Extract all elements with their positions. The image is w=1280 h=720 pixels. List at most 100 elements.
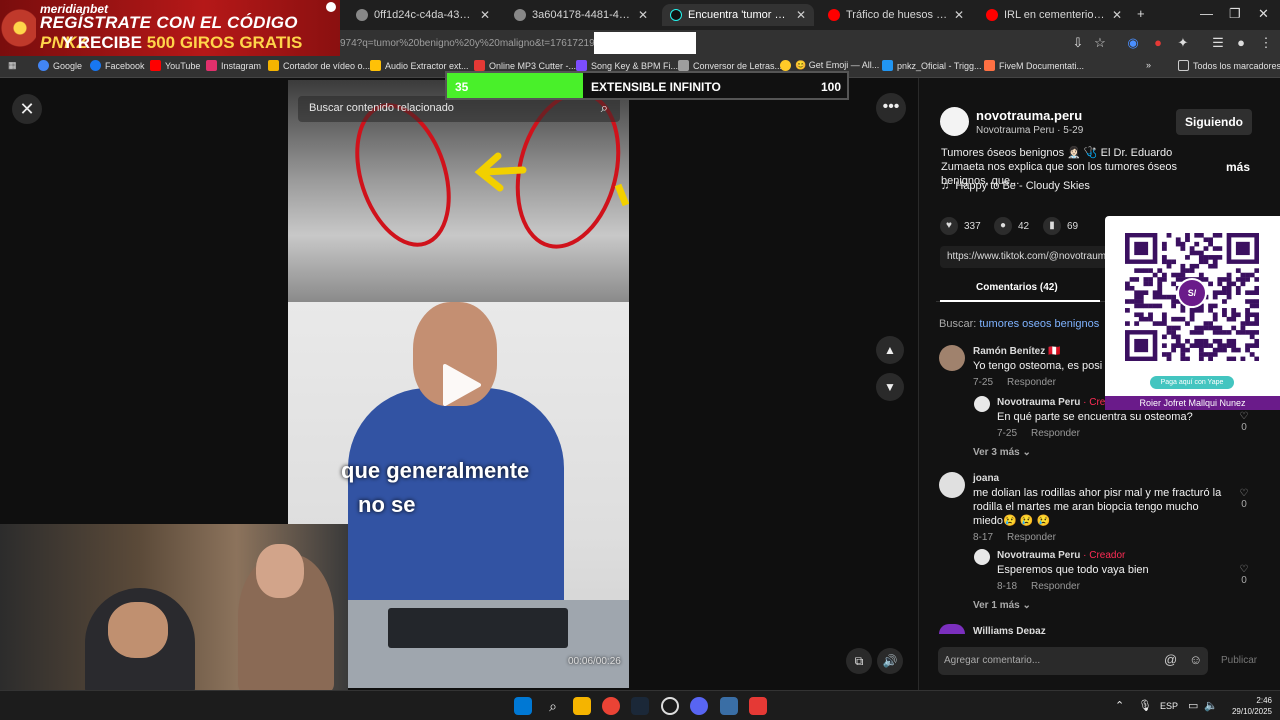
file-explorer-icon[interactable]	[573, 697, 591, 715]
profile-name[interactable]: novotrauma.peru	[976, 108, 1082, 123]
publish-button[interactable]: Publicar	[1221, 655, 1257, 666]
previous-video-icon[interactable]: ▲	[876, 336, 904, 364]
reply-link[interactable]: Responder	[1007, 377, 1056, 388]
speaker-icon[interactable]: 🔈	[1204, 699, 1218, 712]
following-button[interactable]: Siguiendo	[1176, 109, 1252, 135]
obs-icon[interactable]	[661, 697, 679, 715]
bookmark-mp3-cutter[interactable]: Online MP3 Cutter -...	[474, 60, 576, 71]
view-more-replies[interactable]: Ver 1 más ⌄	[973, 600, 1031, 611]
language-indicator[interactable]: ESP	[1160, 701, 1178, 711]
ad-info-icon[interactable]	[326, 2, 336, 12]
tab-1[interactable]: 0ff1d24c-c4da-43a4-8430-ba7 ✕	[348, 4, 498, 26]
tab-5[interactable]: IRL en cementerio preinca | Sh ✕	[978, 4, 1130, 26]
clock[interactable]: 2:46 29/10/2025	[1232, 695, 1272, 717]
comment-author[interactable]: Ramón Benítez 🇵🇪	[973, 346, 1060, 357]
bookmark-google[interactable]: Google	[38, 60, 82, 71]
avatar[interactable]	[939, 624, 965, 634]
avatar[interactable]	[974, 396, 990, 412]
install-icon[interactable]: ⇩	[1070, 35, 1086, 51]
close-window-icon[interactable]: ✕	[1258, 6, 1269, 22]
view-more-replies[interactable]: Ver 3 más ⌄	[973, 447, 1031, 458]
profile-icon[interactable]: ●	[1233, 35, 1249, 51]
discord-icon[interactable]	[690, 697, 708, 715]
picture-in-picture-icon[interactable]: ⧉	[846, 648, 872, 674]
avatar[interactable]	[940, 107, 969, 136]
bookmark-facebook[interactable]: Facebook	[90, 60, 145, 71]
qr-module	[1226, 330, 1232, 335]
comment-author[interactable]: Williams Depaz	[973, 626, 1046, 634]
apps-icon[interactable]: ▦	[8, 60, 17, 71]
volume-icon[interactable]: 🔊	[877, 648, 903, 674]
url-text[interactable]: 974?q=tumor%20benigno%20y%20maligno&t=17…	[340, 38, 622, 49]
new-tab-icon[interactable]: +	[1137, 6, 1145, 21]
reply-link[interactable]: Responder	[1031, 581, 1080, 592]
tab-active[interactable]: Encuentra 'tumor benigno y m ✕	[662, 4, 814, 26]
comment-button[interactable]: ● 42	[994, 217, 1029, 235]
chrome-icon[interactable]	[602, 697, 620, 715]
qr-module	[1235, 330, 1241, 335]
microphone-icon[interactable]: 🎙	[1138, 699, 1152, 712]
avatar[interactable]	[939, 472, 965, 498]
extension-icon[interactable]: ◉	[1125, 35, 1141, 51]
qr-module	[1185, 237, 1190, 243]
comment-author[interactable]: Novotrauma Peru · Creador	[997, 550, 1125, 561]
bookmark-cortador[interactable]: Cortador de vídeo o...	[268, 60, 370, 71]
sidebar-icon[interactable]: ☰	[1210, 35, 1226, 51]
bookmark-get-emoji[interactable]: 😊 Get Emoji — All...	[780, 60, 879, 71]
bookmark-pnkz[interactable]: pnkz_Oficial - Trigg...	[882, 60, 982, 71]
like-button[interactable]: ♥ 337	[940, 217, 981, 235]
search-suggestion[interactable]: Buscar: tumores oseos benignos	[939, 318, 1099, 330]
windows-start-icon[interactable]	[514, 697, 532, 715]
bookmark-song-key[interactable]: Song Key & BPM Fi...	[576, 60, 678, 71]
restore-icon[interactable]: ❐	[1229, 6, 1241, 22]
bookmark-conversor[interactable]: Conversor de Letras...	[678, 60, 782, 71]
share-link[interactable]: https://www.tiktok.com/@novotrauma	[940, 246, 1108, 268]
ad-banner[interactable]: meridianbet REGÍSTRATE CON EL CÓDIGO PNK…	[0, 0, 340, 56]
bookmark-youtube[interactable]: YouTube	[150, 60, 200, 71]
comment-like[interactable]: ♡ 0	[1236, 488, 1252, 510]
emoji-icon[interactable]: ☺	[1189, 652, 1202, 667]
next-video-icon[interactable]: ▼	[876, 373, 904, 401]
tab-4[interactable]: Tráfico de huesos y restos hum ✕	[820, 4, 972, 26]
chevron-up-icon[interactable]: ⌃	[1115, 699, 1124, 712]
steam-icon[interactable]	[631, 697, 649, 715]
tab-2[interactable]: 3a604178-4481-49ca-9b30-a0 ✕	[506, 4, 656, 26]
bookmark-fivem[interactable]: FiveM Documentati...	[984, 60, 1084, 71]
comment-input[interactable]: Agregar comentario... @ ☺	[938, 647, 1208, 675]
calculator-icon[interactable]	[720, 697, 738, 715]
close-tab-icon[interactable]: ✕	[480, 8, 490, 22]
play-icon[interactable]	[441, 362, 483, 408]
more-link[interactable]: más	[1226, 160, 1250, 174]
close-tab-icon[interactable]: ✕	[796, 8, 806, 22]
comment-like[interactable]: ♡ 0	[1236, 411, 1252, 433]
tab-comments[interactable]: Comentarios (42)	[976, 282, 1058, 293]
save-button[interactable]: ▮ 69	[1043, 217, 1078, 235]
chevron-right-icon[interactable]: »	[1146, 60, 1151, 70]
close-icon[interactable]: ✕	[12, 94, 42, 124]
comment-author[interactable]: joana	[973, 473, 999, 484]
comment-like[interactable]: ♡ 0	[1236, 564, 1252, 586]
mention-icon[interactable]: @	[1164, 652, 1177, 667]
close-tab-icon[interactable]: ✕	[954, 8, 964, 22]
minimize-icon[interactable]: —	[1200, 6, 1213, 21]
menu-icon[interactable]: ⋮	[1258, 35, 1274, 51]
avatar[interactable]	[939, 345, 965, 371]
close-tab-icon[interactable]: ✕	[638, 8, 648, 22]
app-icon[interactable]	[749, 697, 767, 715]
music-track[interactable]: ♫ Happy to Be - Cloudy Skies	[941, 180, 1090, 192]
search-icon[interactable]: ⌕	[544, 697, 562, 715]
qr-module	[1212, 347, 1218, 353]
more-options-icon[interactable]: •••	[876, 93, 906, 123]
avatar[interactable]	[974, 549, 990, 565]
network-icon[interactable]: ▭	[1188, 699, 1198, 712]
qr-module	[1217, 281, 1223, 287]
bookmark-instagram[interactable]: Instagram	[206, 60, 261, 71]
reply-link[interactable]: Responder	[1031, 428, 1080, 439]
star-icon[interactable]: ☆	[1092, 35, 1108, 51]
close-tab-icon[interactable]: ✕	[1112, 8, 1122, 22]
extension-icon[interactable]: ●	[1150, 35, 1166, 51]
puzzle-icon[interactable]: ✦	[1175, 35, 1191, 51]
bookmark-audio-extractor[interactable]: Audio Extractor ext...	[370, 60, 469, 71]
reply-link[interactable]: Responder	[1007, 532, 1056, 543]
all-bookmarks[interactable]: Todos los marcadores	[1178, 60, 1280, 71]
